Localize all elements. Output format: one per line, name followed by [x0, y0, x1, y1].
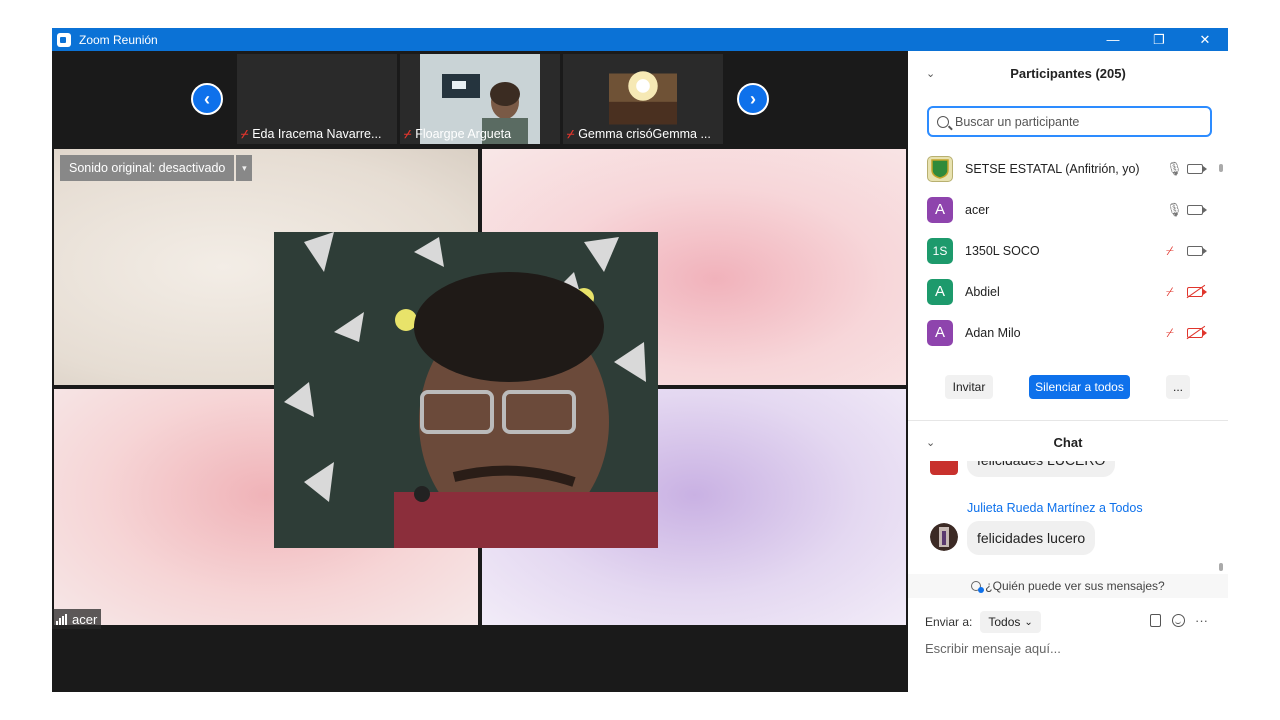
thumbnail-name: Floargpe Argueta	[415, 127, 512, 141]
emoji-icon[interactable]	[1172, 614, 1185, 627]
sender-avatar	[930, 461, 958, 475]
participant-row[interactable]: A Abdiel ⌿	[908, 271, 1228, 312]
send-to-row: Enviar a: Todos ⌄	[925, 611, 1041, 633]
side-panel: ⌄ Participantes (205) Buscar un particip…	[908, 51, 1228, 692]
more-options-button[interactable]: ...	[1166, 375, 1190, 399]
minimize-button[interactable]: —	[1090, 28, 1136, 51]
avatar: 1S	[927, 237, 953, 264]
invite-button[interactable]: Invitar	[945, 375, 993, 399]
participant-thumbnail[interactable]: ⌿ Floargpe Argueta	[400, 54, 560, 144]
divider	[908, 420, 1228, 421]
original-sound-toggle[interactable]: Sonido original: desactivado	[60, 155, 235, 181]
prev-page-button[interactable]: ‹	[191, 83, 223, 115]
original-sound-control[interactable]: Sonido original: desactivado ▾	[60, 155, 253, 181]
avatar	[927, 155, 953, 182]
mic-muted-icon: ⌿	[567, 126, 575, 141]
camera-icon[interactable]	[1187, 163, 1207, 174]
more-icon[interactable]: ···	[1195, 613, 1208, 628]
chat-message-input[interactable]: Escribir mensaje aquí...	[925, 641, 1061, 656]
restore-button[interactable]: ❐	[1136, 28, 1182, 51]
window-title: Zoom Reunión	[79, 32, 158, 47]
mute-all-button[interactable]: Silenciar a todos	[1029, 375, 1130, 399]
participant-list: SETSE ESTATAL (Anfitrión, yo) 🎙︎ A acer …	[908, 148, 1228, 348]
chat-message: felicidades LUCERO	[967, 461, 1116, 477]
camera-icon[interactable]	[1187, 204, 1207, 215]
collapse-chevron-icon[interactable]: ⌄	[926, 67, 935, 80]
camera-off-icon[interactable]	[1187, 327, 1207, 338]
chat-sender: Julieta Rueda Martínez a Todos	[967, 501, 1143, 515]
chat-title: Chat	[1053, 434, 1083, 450]
mic-muted-icon: ⌿	[241, 126, 249, 141]
speaker-video	[274, 232, 658, 548]
chat-header: ⌄ Chat	[908, 422, 1228, 462]
participant-thumbnail[interactable]: ⌿ Gemma crisóGemma ...	[563, 54, 723, 144]
file-icon[interactable]	[1150, 614, 1161, 627]
thumbnail-name: Gemma crisóGemma ...	[578, 127, 711, 141]
send-to-label: Enviar a:	[925, 615, 973, 629]
mic-muted-icon: ⌿	[404, 126, 412, 141]
thumbnail-strip: ‹ ⌿ Eda Iracema Navarre... ⌿ Floargpe Argu…	[52, 51, 908, 147]
participant-row[interactable]: 1S 1350L SOCO ⌿	[908, 230, 1228, 271]
mic-muted-icon[interactable]: ⌿	[1166, 284, 1174, 300]
participants-header: ⌄ Participantes (205)	[908, 53, 1228, 93]
active-speaker-stage: Sonido original: desactivado ▾ acer	[52, 147, 908, 629]
participants-title: Participantes (205)	[1010, 65, 1126, 81]
participant-actions: Invitar Silenciar a todos ...	[908, 375, 1228, 401]
signal-strength-icon	[56, 613, 68, 625]
chevron-down-icon: ⌄	[1024, 616, 1033, 628]
mic-icon[interactable]: 🎙︎	[1166, 202, 1183, 218]
mic-muted-icon[interactable]: ⌿	[1166, 325, 1174, 341]
title-bar: Zoom Reunión — ❐ ✕	[52, 28, 1228, 51]
avatar: A	[927, 319, 953, 346]
participant-search-input[interactable]: Buscar un participante	[927, 106, 1212, 137]
chevron-left-icon: ‹	[204, 88, 210, 109]
camera-off-icon[interactable]	[1187, 286, 1207, 297]
participant-row[interactable]: SETSE ESTATAL (Anfitrión, yo) 🎙︎	[908, 148, 1228, 189]
speaker-name: acer	[72, 611, 98, 627]
recipient-dropdown[interactable]: Todos ⌄	[980, 611, 1041, 633]
participant-row[interactable]: A Adan Milo ⌿	[908, 312, 1228, 353]
chevron-right-icon: ›	[750, 88, 756, 109]
message-visibility-info[interactable]: ¿Quién puede ver sus mensajes?	[908, 574, 1228, 598]
close-button[interactable]: ✕	[1182, 28, 1228, 51]
chat-scrollbar[interactable]	[1219, 463, 1223, 571]
participant-thumbnail[interactable]: ⌿ Eda Iracema Navarre...	[237, 54, 397, 144]
camera-icon[interactable]	[1187, 245, 1207, 256]
avatar: A	[927, 196, 953, 223]
mic-muted-icon[interactable]: ⌿	[1166, 243, 1174, 259]
zoom-logo-icon	[57, 32, 71, 47]
speaker-name-tag: acer	[52, 609, 102, 629]
meeting-area: ‹ ⌿ Eda Iracema Navarre... ⌿ Floargpe Argu…	[52, 51, 908, 692]
person-info-icon	[971, 581, 985, 593]
chat-messages: felicidades LUCERO Julieta Rueda Martíne…	[908, 461, 1228, 574]
sender-avatar	[930, 523, 958, 551]
shield-logo-icon	[931, 158, 949, 179]
participant-scrollbar[interactable]	[1219, 164, 1223, 364]
participant-row[interactable]: A acer 🎙︎	[908, 189, 1228, 230]
chat-message: felicidades lucero	[967, 521, 1096, 555]
search-icon	[937, 115, 949, 128]
chat-tools: ···	[1150, 613, 1208, 628]
avatar: A	[927, 278, 953, 305]
next-page-button[interactable]: ›	[737, 83, 769, 115]
thumbnail-name: Eda Iracema Navarre...	[252, 127, 382, 141]
zoom-window: Zoom Reunión — ❐ ✕ ‹ ⌿ Eda Iracema Navarr…	[52, 28, 1228, 692]
collapse-chevron-icon[interactable]: ⌄	[926, 436, 935, 449]
chevron-down-icon[interactable]: ▾	[236, 155, 253, 181]
mic-icon[interactable]: 🎙︎	[1166, 161, 1183, 177]
